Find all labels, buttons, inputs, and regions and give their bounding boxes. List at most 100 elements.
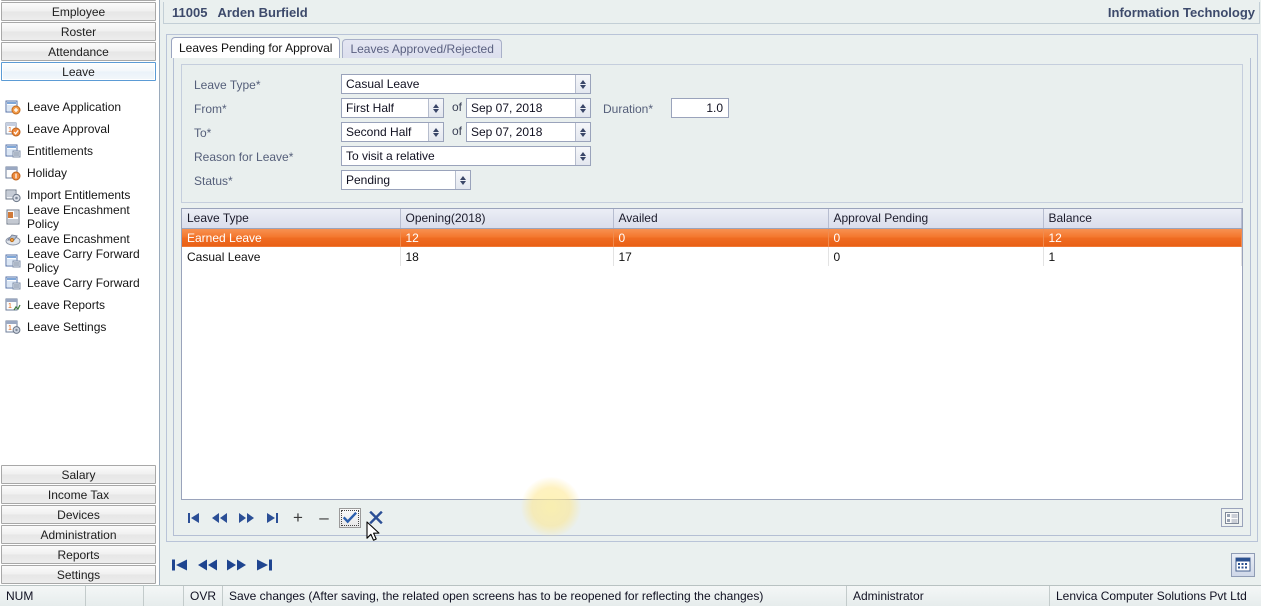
sidebar-item-leave-application[interactable]: Leave Application: [0, 96, 158, 118]
cell-approval-pending: 0: [828, 228, 1044, 247]
sidebar-bottom-button-group: Salary Income Tax Devices Administration…: [0, 464, 158, 585]
from-half-combobox[interactable]: First Half: [341, 98, 444, 118]
sidebar-top-button-group: Employee Roster Attendance Leave: [0, 0, 158, 82]
reason-spinner[interactable]: [575, 147, 590, 165]
duration-field[interactable]: 1.0: [671, 98, 729, 118]
leave-type-value: Casual Leave: [346, 77, 420, 91]
department-name: Information Technology: [1107, 5, 1255, 20]
import-entitlements-icon: [5, 187, 21, 203]
calendar-icon[interactable]: [1231, 552, 1255, 577]
delete-record-button[interactable]: –: [311, 507, 337, 529]
to-half-combobox[interactable]: Second Half: [341, 122, 444, 142]
previous-record-button[interactable]: [207, 507, 233, 529]
from-half-spinner[interactable]: [428, 99, 443, 117]
leave-carry-forward-icon: [5, 275, 21, 291]
leave-detail-form: Leave Type* Casual Leave From* First Hal…: [181, 64, 1243, 203]
sidebar-button-salary[interactable]: Salary: [1, 465, 156, 484]
svg-text:1: 1: [8, 127, 12, 134]
column-header-leave-type[interactable]: Leave Type: [182, 209, 401, 229]
sidebar-item-leave-carry-forward[interactable]: Leave Carry Forward: [0, 272, 158, 294]
field-row-leave-type: Leave Type*: [194, 75, 339, 95]
reason-combobox[interactable]: To visit a relative: [341, 146, 591, 166]
sidebar-button-attendance[interactable]: Attendance: [1, 42, 156, 61]
status-user: Administrator: [847, 586, 1050, 606]
sidebar-button-roster[interactable]: Roster: [1, 22, 156, 41]
sidebar-button-devices[interactable]: Devices: [1, 505, 156, 524]
column-header-availed[interactable]: Availed: [613, 209, 829, 229]
sidebar-button-reports[interactable]: Reports: [1, 545, 156, 564]
sidebar-item-holiday[interactable]: Holiday: [0, 162, 158, 184]
column-header-opening[interactable]: Opening(2018): [400, 209, 614, 229]
status-combobox[interactable]: Pending: [341, 170, 471, 190]
sidebar-button-employee[interactable]: Employee: [1, 2, 156, 21]
sidebar-button-leave[interactable]: Leave: [1, 62, 156, 81]
leave-type-spinner[interactable]: [575, 75, 590, 93]
from-date-field[interactable]: Sep 07, 2018: [466, 98, 591, 118]
leave-settings-icon: 1: [5, 319, 21, 335]
table-row[interactable]: Casual Leave 18 17 0 1: [182, 247, 1242, 266]
sidebar-tree: Leave Application 1 Leave Approval Entit…: [0, 96, 158, 338]
sidebar-button-settings[interactable]: Settings: [1, 565, 156, 584]
sidebar-button-partial[interactable]: [1, 0, 156, 1]
last-record-button[interactable]: [259, 507, 285, 529]
leave-balance-table: Leave Type Opening(2018) Availed Approva…: [182, 209, 1242, 266]
nav-first-button[interactable]: [166, 553, 194, 577]
sidebar-button-administration-label: Administration: [40, 528, 117, 542]
reason-value: To visit a relative: [346, 149, 435, 163]
cancel-record-button[interactable]: [363, 507, 389, 529]
sidebar-item-label: Import Entitlements: [27, 188, 131, 202]
status-num: NUM: [0, 586, 86, 606]
employee-id: 11005: [172, 5, 208, 20]
from-date-value: Sep 07, 2018: [471, 101, 543, 115]
status-value: Pending: [346, 173, 391, 187]
sidebar-item-leave-reports[interactable]: 1 Leave Reports: [0, 294, 158, 316]
nav-last-button[interactable]: [250, 553, 278, 577]
sidebar-button-administration[interactable]: Administration: [1, 525, 156, 544]
column-header-balance[interactable]: Balance: [1043, 209, 1242, 229]
sidebar-item-leave-carry-forward-policy[interactable]: Leave Carry Forward Policy: [0, 247, 158, 275]
tab-leaves-approved-rejected[interactable]: Leaves Approved/Rejected: [342, 39, 502, 58]
status-spinner[interactable]: [455, 171, 470, 189]
employee-name: Arden Burfield: [217, 5, 308, 20]
from-half-value: First Half: [346, 101, 394, 115]
grid-view-icon[interactable]: [1221, 508, 1243, 527]
sidebar-button-attendance-label: Attendance: [48, 45, 109, 59]
cell-leave-type: Casual Leave: [182, 247, 401, 266]
to-date-spinner[interactable]: [575, 123, 590, 141]
delete-record-label: –: [319, 507, 329, 527]
save-record-button-wrapper: [337, 507, 363, 529]
sidebar-item-leave-approval[interactable]: 1 Leave Approval: [0, 118, 158, 140]
from-date-spinner[interactable]: [575, 99, 590, 117]
to-date-field[interactable]: Sep 07, 2018: [466, 122, 591, 142]
add-record-button[interactable]: +: [285, 507, 311, 529]
sidebar-item-leave-settings[interactable]: 1 Leave Settings: [0, 316, 158, 338]
leave-application-icon: [5, 99, 21, 115]
table-row[interactable]: Earned Leave 12 0 0 12: [182, 228, 1242, 247]
sidebar-item-label: Leave Carry Forward Policy: [27, 247, 140, 275]
save-record-button[interactable]: [339, 507, 361, 528]
nav-next-button[interactable]: [222, 553, 250, 577]
sidebar-button-reports-label: Reports: [57, 548, 100, 562]
next-record-button[interactable]: [233, 507, 259, 529]
sidebar-item-label: Leave Encashment: [27, 232, 130, 246]
tab-leaves-pending-for-approval[interactable]: Leaves Pending for Approval: [171, 37, 341, 58]
nav-previous-button[interactable]: [194, 553, 222, 577]
column-header-approval-pending[interactable]: Approval Pending: [828, 209, 1044, 229]
sidebar-button-settings-label: Settings: [56, 568, 101, 582]
entitlements-icon: [5, 143, 21, 159]
sidebar-item-entitlements[interactable]: Entitlements: [0, 140, 158, 162]
leave-balance-grid[interactable]: Leave Type Opening(2018) Availed Approva…: [181, 208, 1243, 500]
from-label: From*: [194, 102, 227, 116]
first-record-button[interactable]: [181, 507, 207, 529]
sidebar-item-leave-encashment-policy[interactable]: Leave Encashment Policy: [0, 203, 158, 231]
svg-text:1: 1: [8, 325, 12, 332]
leave-encashment-policy-icon: [5, 209, 21, 225]
sidebar-button-income-tax[interactable]: Income Tax: [1, 485, 156, 504]
tab-content: Leave Type* Casual Leave From* First Hal…: [173, 58, 1251, 537]
sidebar-item-label: Leave Application: [27, 100, 122, 114]
leave-reports-icon: 1: [5, 297, 21, 313]
leave-type-combobox[interactable]: Casual Leave: [341, 74, 591, 94]
status-blank-1: [86, 586, 144, 606]
to-half-spinner[interactable]: [428, 123, 443, 141]
sidebar-item-label: Leave Approval: [27, 122, 110, 136]
